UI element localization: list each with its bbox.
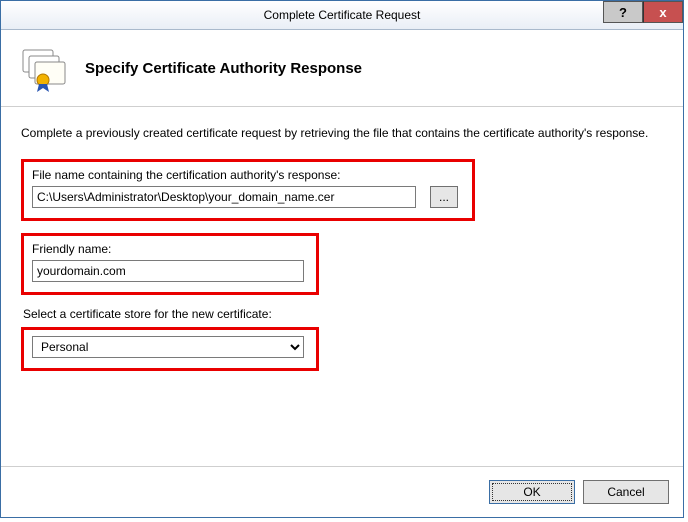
dialog-footer: OK Cancel [1, 466, 683, 517]
certstore-label: Select a certificate store for the new c… [23, 307, 663, 321]
dialog-header: Specify Certificate Authority Response [1, 30, 683, 100]
window-title: Complete Certificate Request [1, 8, 683, 22]
friendlyname-label: Friendly name: [32, 242, 308, 256]
browse-button[interactable]: ... [430, 186, 458, 208]
intro-text: Complete a previously created certificat… [21, 125, 663, 141]
certstore-select[interactable]: Personal [32, 336, 304, 358]
ok-button[interactable]: OK [489, 480, 575, 504]
filename-group: File name containing the certification a… [21, 159, 475, 221]
close-button[interactable]: x [643, 1, 683, 23]
certstore-select-wrap: Personal [32, 336, 304, 358]
help-icon: ? [619, 5, 627, 20]
title-bar: Complete Certificate Request ? x [1, 1, 683, 30]
certificate-icon [19, 44, 67, 92]
window-buttons: ? x [603, 1, 683, 23]
certstore-group: Personal [21, 327, 319, 371]
dialog-window: Complete Certificate Request ? x Specify… [0, 0, 684, 518]
help-button[interactable]: ? [603, 1, 643, 23]
filename-input[interactable] [32, 186, 416, 208]
filename-row: ... [32, 186, 464, 208]
close-icon: x [659, 5, 666, 20]
filename-label: File name containing the certification a… [32, 168, 464, 182]
friendlyname-group: Friendly name: [21, 233, 319, 295]
friendlyname-input[interactable] [32, 260, 304, 282]
dialog-heading: Specify Certificate Authority Response [85, 60, 362, 77]
dialog-content: Complete a previously created certificat… [1, 107, 683, 466]
cancel-button[interactable]: Cancel [583, 480, 669, 504]
